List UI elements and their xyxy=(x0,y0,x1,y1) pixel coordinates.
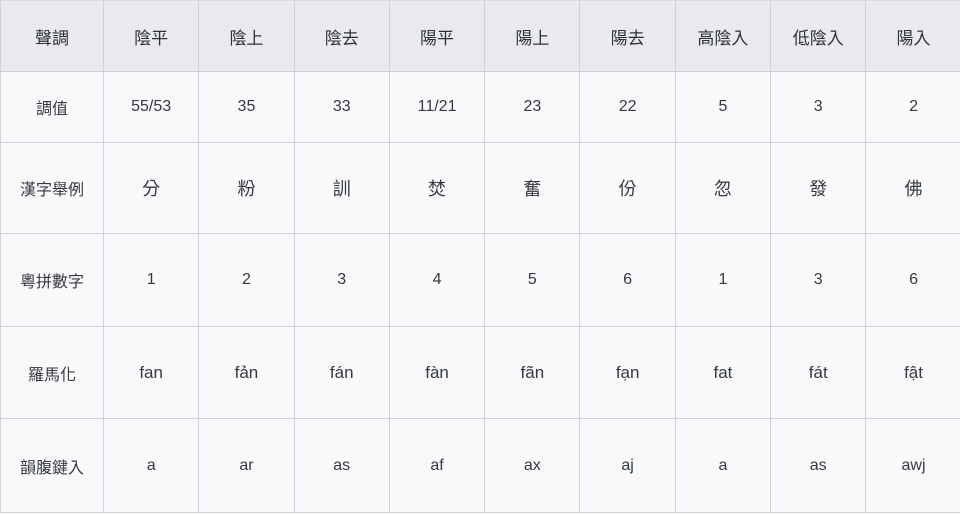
table-cell: 23 xyxy=(484,71,581,143)
table-cell: 發 xyxy=(770,142,867,234)
table-cell: 5 xyxy=(484,233,581,327)
table-cell: 忽 xyxy=(674,142,772,234)
row-label-hanzi-example: 漢字舉例 xyxy=(0,142,104,234)
table-cell: 粉 xyxy=(198,142,295,234)
table-cell: 焚 xyxy=(388,142,486,234)
table-cell: a xyxy=(102,418,200,513)
table-cell: as xyxy=(770,418,867,513)
table-cell: af xyxy=(388,418,486,513)
header-cell-tone-name: 聲調 xyxy=(0,0,104,72)
table-cell: 奮 xyxy=(484,142,581,234)
cantonese-tone-table: 聲調 陰平 陰上 陰去 陽平 陽上 陽去 高陰入 低陰入 陽入 調值 55/53… xyxy=(0,0,960,513)
header-cell-jam-soeng: 陰上 xyxy=(198,0,295,72)
header-cell-joeng-jap: 陽入 xyxy=(865,0,960,72)
header-cell-gou-jam-jap: 高陰入 xyxy=(674,0,772,72)
header-cell-joeng-soeng: 陽上 xyxy=(484,0,581,72)
table-cell: ax xyxy=(484,418,581,513)
table-cell: 3 xyxy=(770,71,867,143)
table-cell: 6 xyxy=(579,233,676,327)
table-cell: 35 xyxy=(198,71,295,143)
row-label-romanization: 羅馬化 xyxy=(0,326,104,419)
table-cell: 33 xyxy=(293,71,390,143)
table-cell: 1 xyxy=(102,233,200,327)
table-header-row: 聲調 陰平 陰上 陰去 陽平 陽上 陽去 高陰入 低陰入 陽入 xyxy=(0,0,960,72)
table-cell: 22 xyxy=(579,71,676,143)
table-cell: 分 xyxy=(102,142,200,234)
table-cell: ar xyxy=(198,418,295,513)
table-row: 粵拼數字 1 2 3 4 5 6 1 3 6 xyxy=(0,233,960,327)
table-cell: fán xyxy=(293,326,390,419)
table-cell: 訓 xyxy=(293,142,390,234)
table-cell: 11/21 xyxy=(388,71,486,143)
table-cell-emphasized: 3 xyxy=(770,233,867,327)
table-cell: fàn xyxy=(388,326,486,419)
header-cell-jam-ping: 陰平 xyxy=(102,0,200,72)
row-label-jyutping-number: 粵拼數字 xyxy=(0,233,104,327)
table-cell: fật xyxy=(865,326,960,419)
table-row: 羅馬化 fan fản fán fàn fãn fạn fat fát fật xyxy=(0,326,960,419)
table-cell: 2 xyxy=(198,233,295,327)
table-cell: 6 xyxy=(865,233,960,327)
header-cell-joeng-ping: 陽平 xyxy=(388,0,486,72)
header-cell-joeng-heoi: 陽去 xyxy=(579,0,676,72)
table-body: 調值 55/53 35 33 11/21 23 22 5 3 2 漢字舉例 分 … xyxy=(0,71,960,513)
table-cell: fat xyxy=(674,326,772,419)
row-label-tone-value: 調值 xyxy=(0,71,104,143)
table-cell: 份 xyxy=(579,142,676,234)
table-cell: as xyxy=(293,418,390,513)
table-cell: aj xyxy=(579,418,676,513)
table-row: 漢字舉例 分 粉 訓 焚 奮 份 忽 發 佛 xyxy=(0,142,960,234)
table-row: 調值 55/53 35 33 11/21 23 22 5 3 2 xyxy=(0,71,960,143)
table-cell: fản xyxy=(198,326,295,419)
header-cell-jam-heoi: 陰去 xyxy=(293,0,390,72)
table-head: 聲調 陰平 陰上 陰去 陽平 陽上 陽去 高陰入 低陰入 陽入 xyxy=(0,0,960,72)
table-cell: fát xyxy=(770,326,867,419)
table-cell: fan xyxy=(102,326,200,419)
table-cell: a xyxy=(674,418,772,513)
table-row: 韻腹鍵入 a ar as af ax aj a as awj xyxy=(0,418,960,513)
table-cell: 5 xyxy=(674,71,772,143)
table-cell: 佛 xyxy=(865,142,960,234)
row-label-nucleus-keystroke: 韻腹鍵入 xyxy=(0,418,104,513)
table-cell: 4 xyxy=(388,233,486,327)
tone-table-container: 聲調 陰平 陰上 陰去 陽平 陽上 陽去 高陰入 低陰入 陽入 調值 55/53… xyxy=(0,0,960,514)
table-cell: fãn xyxy=(484,326,581,419)
table-cell: fạn xyxy=(579,326,676,419)
table-cell: awj xyxy=(865,418,960,513)
table-cell: 3 xyxy=(293,233,390,327)
table-cell: 55/53 xyxy=(102,71,200,143)
table-cell: 2 xyxy=(865,71,960,143)
header-cell-dai-jam-jap: 低陰入 xyxy=(770,0,867,72)
table-cell: 1 xyxy=(674,233,772,327)
